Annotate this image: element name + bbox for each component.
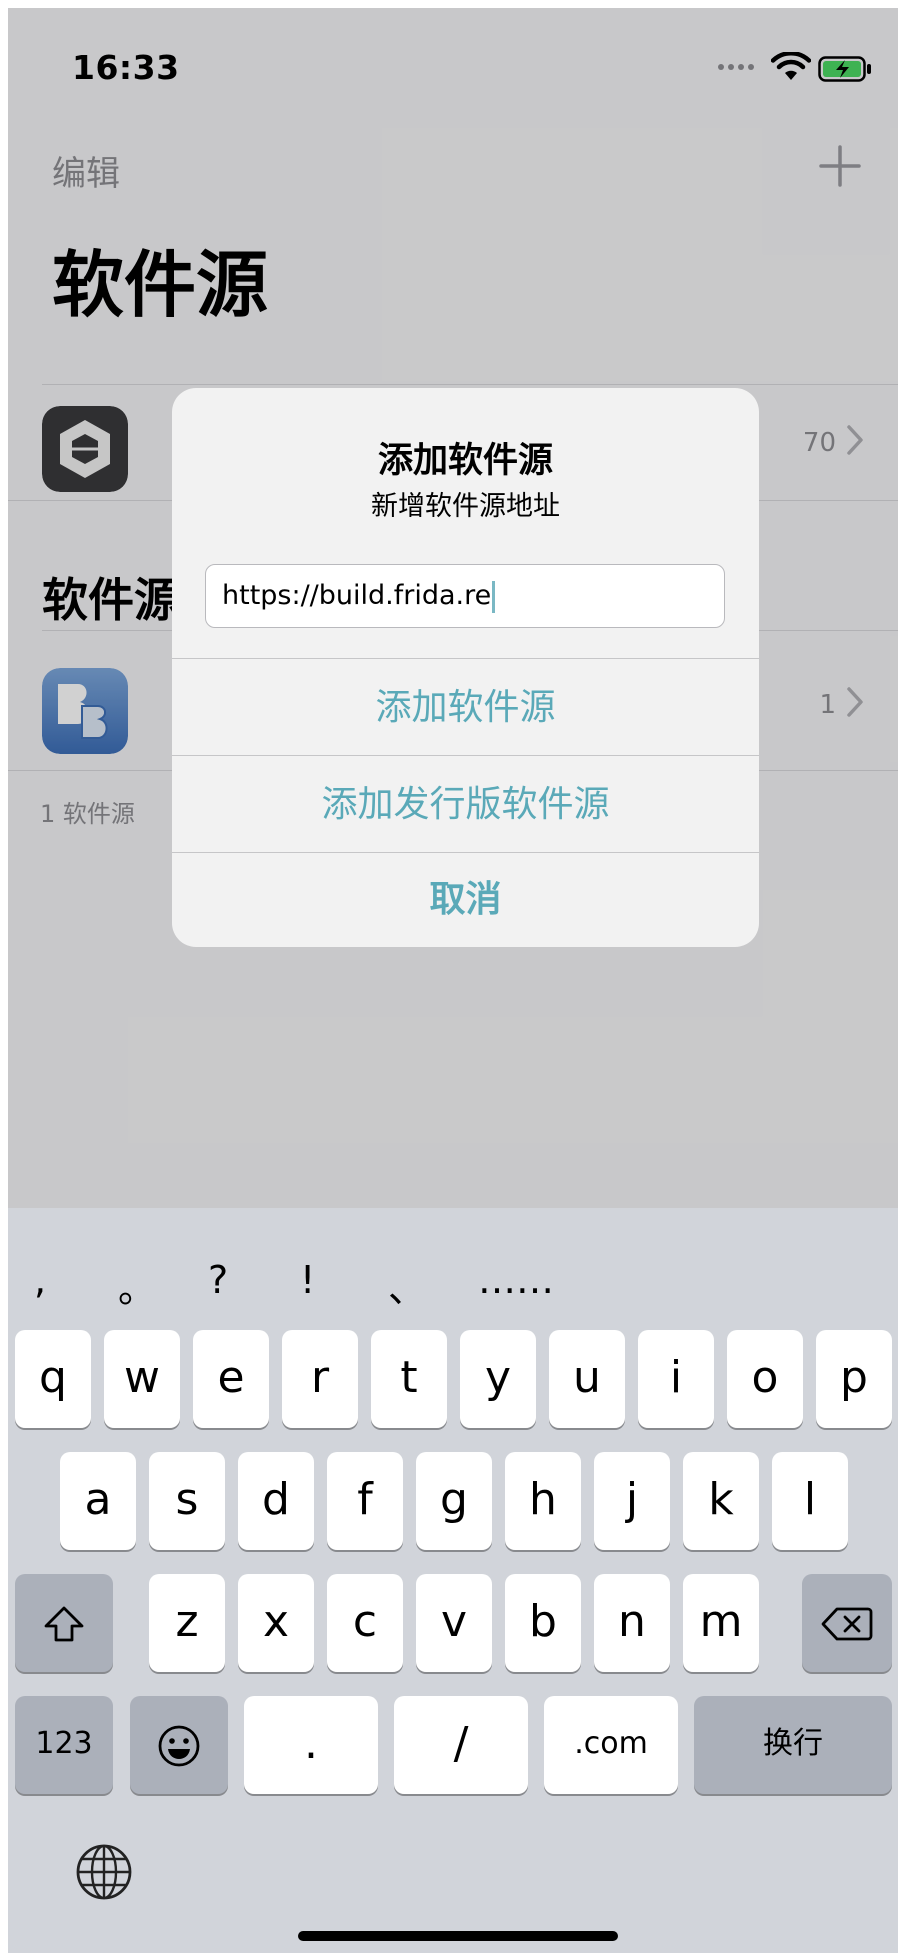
key-j[interactable]: j (594, 1452, 670, 1550)
keyboard: , 。 ? ! 、 …… q w e r t y u i o p a s d f… (8, 1208, 898, 1953)
punctuation-key[interactable]: 、 (388, 1258, 426, 1313)
key-h[interactable]: h (505, 1452, 581, 1550)
slash-key[interactable]: / (394, 1696, 528, 1794)
punctuation-key[interactable]: ! (300, 1258, 315, 1302)
key-k[interactable]: k (683, 1452, 759, 1550)
sources-screen: 16:33 编辑 软件源 70 软件源 1 1 软件源 添加软件源 新增软件源地… (8, 8, 898, 1953)
globe-icon[interactable] (74, 1842, 134, 1902)
source-url-value: https://build.frida.re (222, 580, 492, 611)
key-l[interactable]: l (772, 1452, 848, 1550)
backspace-icon (821, 1607, 873, 1641)
dialog-message: 新增软件源地址 (371, 491, 560, 522)
key-o[interactable]: o (727, 1330, 803, 1428)
dialog-separator (172, 658, 759, 659)
dialog-separator (172, 755, 759, 756)
shift-key[interactable] (15, 1574, 113, 1672)
shift-arrow-icon (44, 1606, 84, 1642)
add-distribution-source-button[interactable]: 添加发行版软件源 (172, 757, 759, 853)
key-b[interactable]: b (505, 1574, 581, 1672)
key-a[interactable]: a (60, 1452, 136, 1550)
key-g[interactable]: g (416, 1452, 492, 1550)
dotcom-key[interactable]: .com (544, 1696, 678, 1794)
key-u[interactable]: u (549, 1330, 625, 1428)
key-f[interactable]: f (327, 1452, 403, 1550)
emoji-key[interactable] (130, 1696, 228, 1794)
emoji-icon (158, 1725, 200, 1767)
key-z[interactable]: z (149, 1574, 225, 1672)
cancel-button[interactable]: 取消 (172, 852, 759, 947)
key-e[interactable]: e (193, 1330, 269, 1428)
key-m[interactable]: m (683, 1574, 759, 1672)
numbers-key[interactable]: 123 (15, 1696, 113, 1794)
key-d[interactable]: d (238, 1452, 314, 1550)
return-key[interactable]: 换行 (694, 1696, 892, 1794)
text-caret (492, 580, 496, 613)
dialog-title: 添加软件源 (377, 441, 553, 481)
key-t[interactable]: t (371, 1330, 447, 1428)
source-url-input[interactable]: https://build.frida.re (205, 564, 725, 628)
key-x[interactable]: x (238, 1574, 314, 1672)
screen: 16:33 编辑 软件源 70 软件源 1 1 软件源 添加软件源 新增软件源地… (0, 0, 898, 1953)
home-indicator (298, 1931, 618, 1941)
add-source-button[interactable]: 添加软件源 (172, 660, 759, 756)
key-r[interactable]: r (282, 1330, 358, 1428)
punctuation-key[interactable]: 。 (118, 1258, 156, 1313)
key-p[interactable]: p (816, 1330, 892, 1428)
delete-key[interactable] (802, 1574, 892, 1672)
add-source-dialog: 添加软件源 新增软件源地址 https://build.frida.re 添加软… (172, 388, 759, 947)
key-s[interactable]: s (149, 1452, 225, 1550)
punctuation-key[interactable]: , (34, 1258, 46, 1302)
key-v[interactable]: v (416, 1574, 492, 1672)
punctuation-key[interactable]: ? (208, 1258, 228, 1302)
key-q[interactable]: q (15, 1330, 91, 1428)
key-i[interactable]: i (638, 1330, 714, 1428)
key-n[interactable]: n (594, 1574, 670, 1672)
key-y[interactable]: y (460, 1330, 536, 1428)
key-c[interactable]: c (327, 1574, 403, 1672)
dot-key[interactable]: . (244, 1696, 378, 1794)
key-w[interactable]: w (104, 1330, 180, 1428)
punctuation-key[interactable]: …… (478, 1258, 554, 1302)
